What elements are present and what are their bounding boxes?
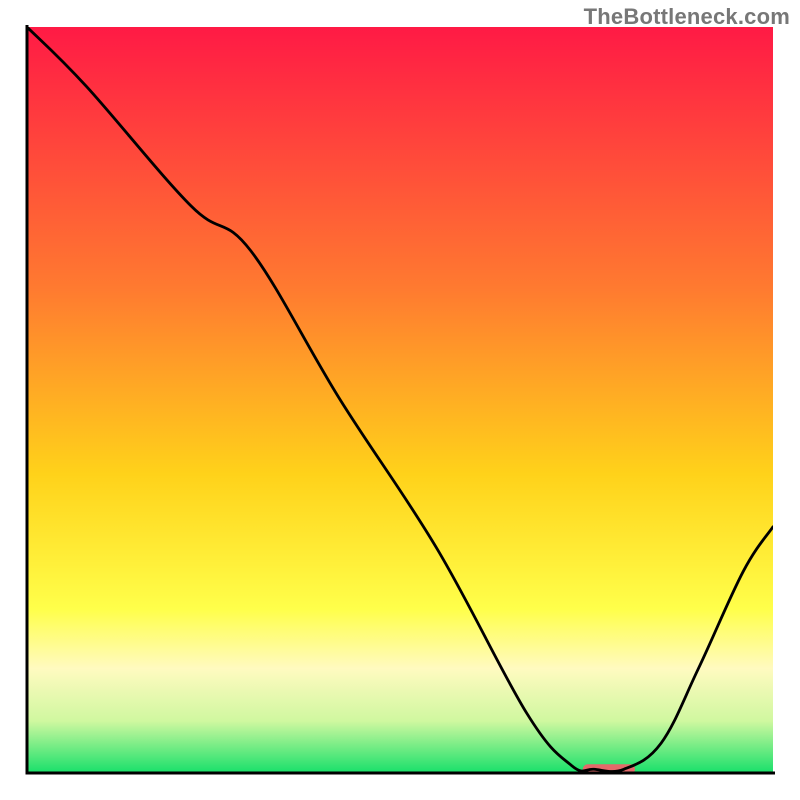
chart-container: TheBottleneck.com	[0, 0, 800, 800]
bottleneck-chart	[0, 0, 800, 800]
watermark-text: TheBottleneck.com	[584, 4, 790, 30]
plot-background-gradient	[27, 27, 773, 773]
